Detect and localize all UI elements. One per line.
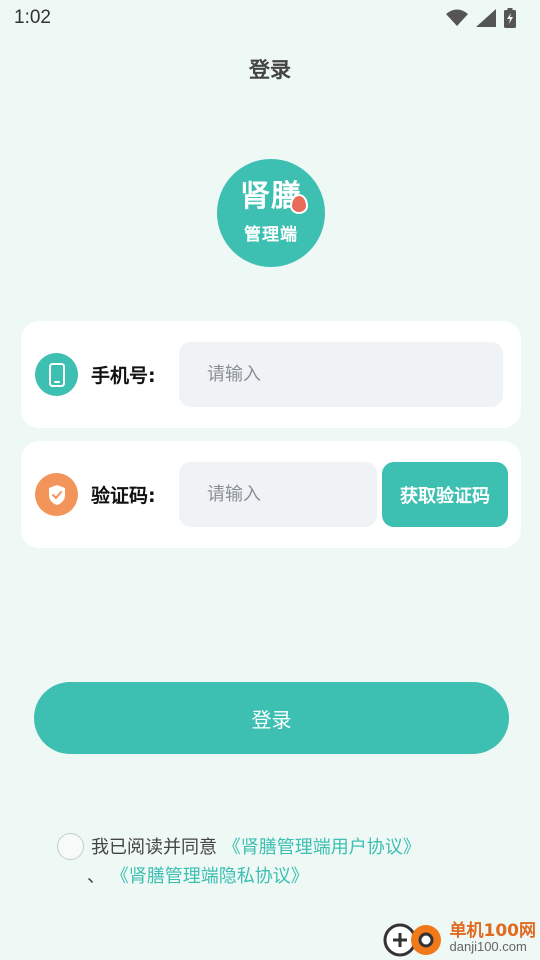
privacy-agreement-link[interactable]: 《肾膳管理端隐私协议》 bbox=[111, 866, 309, 887]
battery-charging-icon bbox=[504, 8, 516, 28]
agreement-prefix: 我已阅读并同意 bbox=[91, 837, 217, 858]
phone-card: 手机号: bbox=[21, 321, 521, 428]
watermark-text: 单机100网 danji100.com bbox=[449, 920, 537, 955]
code-card: 验证码: 获取验证码 bbox=[21, 441, 521, 548]
status-bar: 1:02 bbox=[0, 0, 540, 36]
watermark: 单机100网 danji100.com bbox=[382, 918, 537, 958]
code-label: 验证码: bbox=[91, 485, 156, 507]
phone-label: 手机号: bbox=[91, 365, 156, 387]
watermark-cn: 单机100网 bbox=[449, 920, 537, 941]
agreement-checkbox[interactable] bbox=[57, 833, 84, 860]
logo-sub-text: 管理端 bbox=[244, 224, 298, 245]
user-agreement-link[interactable]: 《肾膳管理端用户协议》 bbox=[223, 837, 421, 858]
phone-icon bbox=[35, 353, 78, 396]
code-input[interactable] bbox=[179, 462, 377, 527]
agreement-line-2: 、 《肾膳管理端隐私协议》 bbox=[87, 862, 309, 888]
app-logo: 肾膳 管理端 bbox=[217, 159, 325, 267]
signal-icon bbox=[476, 9, 496, 27]
phone-input[interactable] bbox=[179, 342, 503, 407]
kidney-icon bbox=[290, 193, 308, 214]
agreement-separator: 、 bbox=[87, 866, 105, 887]
status-time: 1:02 bbox=[14, 7, 51, 28]
watermark-en: danji100.com bbox=[449, 939, 527, 955]
wifi-icon bbox=[446, 9, 468, 26]
watermark-logo-icon bbox=[383, 923, 441, 957]
status-icons bbox=[446, 8, 516, 28]
login-button[interactable]: 登录 bbox=[34, 682, 509, 754]
shield-check-icon bbox=[35, 473, 78, 516]
logo-main-text: 肾膳 bbox=[240, 181, 308, 214]
agreement-line-1: 我已阅读并同意 《肾膳管理端用户协议》 bbox=[91, 833, 421, 859]
get-code-button[interactable]: 获取验证码 bbox=[382, 462, 508, 527]
page-title: 登录 bbox=[249, 58, 291, 82]
